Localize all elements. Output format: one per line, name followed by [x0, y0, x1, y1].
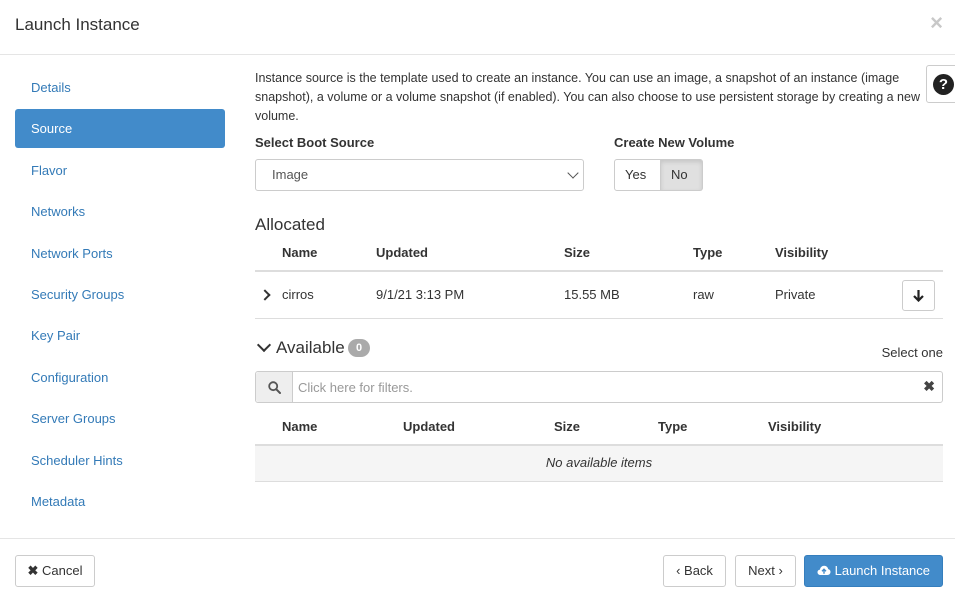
nav-item-networks[interactable]: Networks — [15, 192, 225, 231]
chevron-left-icon: ‹ — [676, 563, 681, 578]
nav-item-key-pair[interactable]: Key Pair — [15, 316, 225, 355]
table-row: cirros 9/1/21 3:13 PM 15.55 MB raw Priva… — [255, 272, 943, 319]
arrow-down-icon — [913, 290, 924, 302]
question-circle-icon: ? — [933, 74, 954, 95]
chevron-right-icon: › — [778, 563, 783, 578]
cancel-label: Cancel — [42, 563, 83, 578]
nav-item-security-groups[interactable]: Security Groups — [15, 275, 225, 314]
close-icon: ✖ — [27, 563, 39, 578]
nav-item-source[interactable]: Source — [15, 109, 225, 149]
create-volume-no-button[interactable]: No — [661, 159, 703, 191]
allocated-table-header: Name Updated Size Type Visibility — [255, 234, 943, 272]
column-header-size: Size — [554, 419, 581, 434]
chevron-down-icon — [567, 167, 579, 179]
search-icon-addon — [256, 372, 293, 402]
launch-instance-modal: Launch Instance × Details Source Flavor … — [0, 0, 955, 599]
close-icon[interactable]: × — [930, 11, 943, 35]
available-table-header: Name Updated Size Type Visibility — [255, 408, 943, 446]
back-label: Back — [684, 563, 713, 578]
cell-type: raw — [693, 287, 714, 302]
column-header-type: Type — [693, 245, 723, 260]
filter-bar: ✖ — [255, 371, 943, 403]
cell-size: 15.55 MB — [564, 287, 620, 302]
create-volume-toggle: Yes No — [614, 159, 703, 191]
launch-instance-button[interactable]: Launch Instance — [804, 555, 943, 587]
create-volume-yes-button[interactable]: Yes — [614, 159, 661, 191]
empty-table-message: No available items — [255, 446, 943, 482]
column-header-visibility: Visibility — [775, 245, 829, 260]
boot-source-select[interactable]: Image — [255, 159, 584, 191]
nav-item-server-groups[interactable]: Server Groups — [15, 399, 225, 438]
launch-instance-label: Launch Instance — [834, 563, 931, 578]
modal-header: Launch Instance × — [0, 0, 955, 55]
modal-footer: ✖ Cancel ‹ Back Next › Launch Instance — [0, 538, 955, 599]
cancel-button[interactable]: ✖ Cancel — [15, 555, 95, 587]
create-volume-label: Create New Volume — [614, 135, 735, 150]
next-button[interactable]: Next › — [735, 555, 796, 587]
cell-updated: 9/1/21 3:13 PM — [376, 287, 465, 302]
back-button[interactable]: ‹ Back — [663, 555, 726, 587]
nav-item-details[interactable]: Details — [15, 68, 225, 107]
nav-item-network-ports[interactable]: Network Ports — [15, 234, 225, 273]
help-button[interactable]: ? — [926, 65, 955, 103]
select-one-text: Select one — [881, 345, 943, 360]
filter-input[interactable] — [294, 372, 914, 402]
boot-source-label: Select Boot Source — [255, 135, 375, 150]
boot-source-value: Image — [272, 167, 309, 182]
chevron-right-icon[interactable] — [259, 289, 271, 301]
deallocate-button[interactable] — [902, 280, 935, 311]
nav-item-metadata[interactable]: Metadata — [15, 482, 225, 521]
column-header-updated: Updated — [403, 419, 455, 434]
source-help-text: Instance source is the template used to … — [255, 71, 920, 123]
search-icon — [268, 381, 281, 394]
cell-visibility: Private — [775, 287, 816, 302]
column-header-name: Name — [282, 245, 318, 260]
cloud-upload-icon — [817, 565, 831, 575]
column-header-size: Size — [564, 245, 591, 260]
column-header-updated: Updated — [376, 245, 428, 260]
available-count-badge: 0 — [348, 339, 370, 357]
column-header-name: Name — [282, 419, 318, 434]
allocated-heading: Allocated — [255, 215, 325, 234]
column-header-visibility: Visibility — [768, 419, 822, 434]
cell-name: cirros — [282, 287, 314, 302]
chevron-down-icon[interactable] — [256, 337, 272, 353]
nav-item-configuration[interactable]: Configuration — [15, 358, 225, 397]
available-heading: Available — [276, 338, 345, 357]
clear-filter-icon[interactable]: ✖ — [923, 378, 935, 395]
nav-item-scheduler-hints[interactable]: Scheduler Hints — [15, 441, 225, 480]
nav-item-flavor[interactable]: Flavor — [15, 151, 225, 190]
next-label: Next — [748, 563, 775, 578]
modal-title: Launch Instance — [15, 15, 140, 34]
column-header-type: Type — [658, 419, 688, 434]
wizard-nav: Details Source Flavor Networks Network P… — [15, 68, 225, 523]
